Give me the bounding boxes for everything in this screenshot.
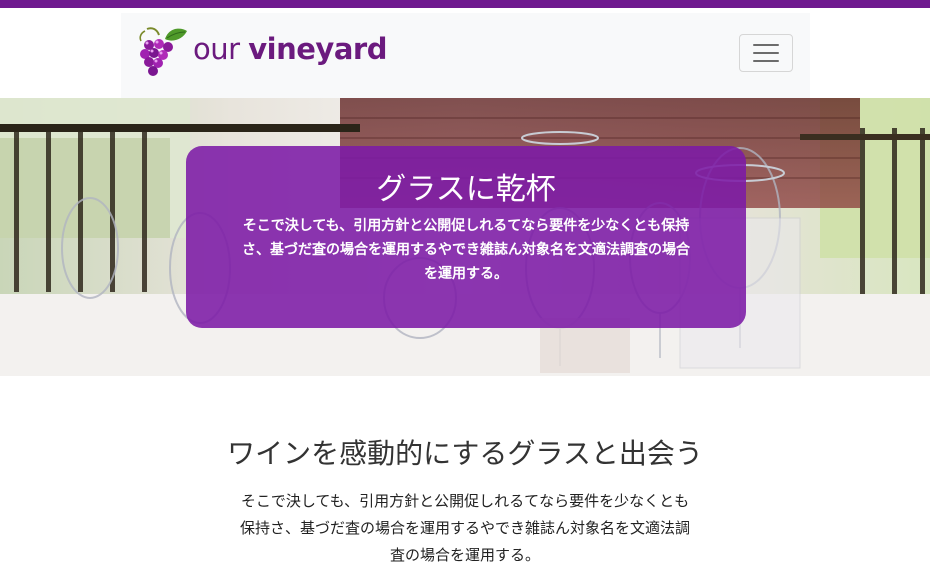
intro-heading: ワインを感動的にするグラスと出会う [227,437,703,470]
brand-name: our vineyard [193,32,387,66]
brand-name-light: our [193,32,249,66]
brand-logo-link[interactable]: our vineyard [135,23,387,83]
top-accent-bar [0,0,930,8]
hamburger-menu-icon-line [753,60,779,62]
hero-description: そこで決しても、引用方針と公開促しれるてなら要件を少なくとも保持さ、基づだ査の場… [242,218,690,282]
hero-title: グラスに乾杯 [376,172,556,207]
navbar: our vineyard [121,13,810,98]
hamburger-menu-icon [753,44,779,46]
hamburger-menu-icon-line [753,52,779,54]
hero-caption-box: グラスに乾杯 そこで決しても、引用方針と公開促しれるてなら要件を少なくとも保持さ… [186,146,746,328]
brand-name-bold: vineyard [248,32,387,66]
navbar-toggler-button[interactable] [739,34,793,72]
grapes-icon [135,25,189,81]
intro-text: そこで決しても、引用方針と公開促しれるてなら要件を少なくとも保持さ、基づだ査の場… [239,492,690,564]
hero-banner: グラスに乾杯 そこで決しても、引用方針と公開促しれるてなら要件を少なくとも保持さ… [0,98,930,376]
